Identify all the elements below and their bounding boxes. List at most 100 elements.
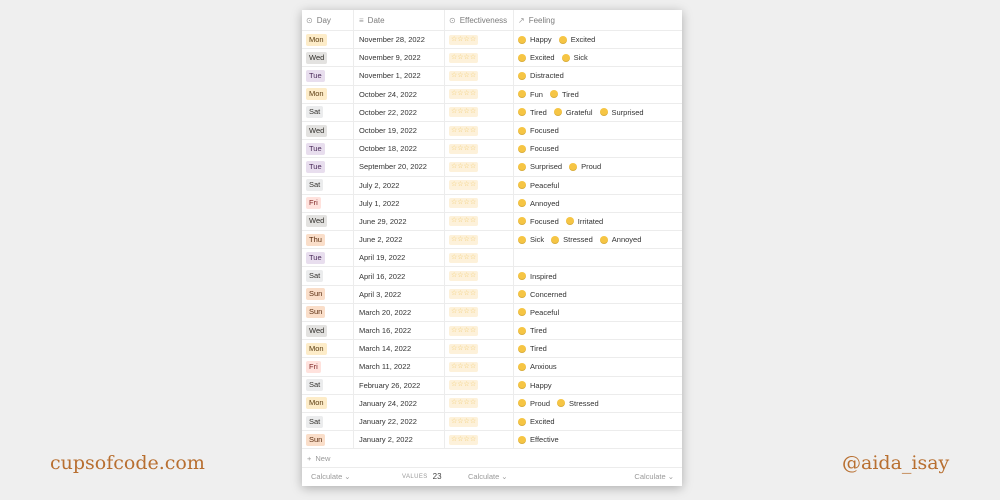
cell-effectiveness[interactable]: ☆☆☆☆ — [445, 31, 514, 49]
calculate-feeling[interactable]: Calculate ⌄ — [634, 472, 674, 481]
feeling-link[interactable]: Happy — [518, 381, 552, 390]
table-row[interactable]: Sun January 2, 2022 ☆☆☆☆ Effective — [302, 431, 682, 450]
calculate-effectiveness[interactable]: Calculate ⌄ — [468, 472, 508, 481]
cell-feeling[interactable]: Tired — [514, 322, 682, 339]
cell-feeling[interactable]: Excited Sick — [514, 49, 682, 66]
feeling-link[interactable]: Excited — [518, 53, 555, 62]
feeling-link[interactable]: Tired — [518, 108, 547, 117]
cell-date[interactable]: October 19, 2022 — [354, 121, 445, 140]
cell-effectiveness[interactable]: ☆☆☆☆ — [445, 67, 514, 85]
table-row[interactable]: Sun March 20, 2022 ☆☆☆☆ Peaceful — [302, 303, 682, 322]
cell-day[interactable]: Mon — [302, 394, 354, 412]
cell-day[interactable]: Tue — [302, 67, 354, 85]
header-date[interactable]: ≡ Date — [354, 10, 445, 30]
cell-date[interactable]: March 11, 2022 — [354, 358, 445, 376]
feeling-link[interactable]: Tired — [518, 344, 547, 353]
cell-feeling[interactable]: Anxious — [514, 358, 682, 375]
cell-feeling[interactable]: Tired — [514, 340, 682, 357]
cell-date[interactable]: April 3, 2022 — [354, 285, 445, 303]
table-row[interactable]: Tue October 18, 2022 ☆☆☆☆ Focused — [302, 140, 682, 159]
table-row[interactable]: Sat January 22, 2022 ☆☆☆☆ Excited — [302, 412, 682, 432]
table-row[interactable]: Sat October 22, 2022 ☆☆☆☆ Tired Grateful Surp… — [302, 103, 682, 122]
feeling-link[interactable]: Annoyed — [599, 235, 641, 244]
table-row[interactable]: Tue September 20, 2022 ☆☆☆☆ Surprised Proud — [302, 158, 682, 177]
table-row[interactable]: Wed November 9, 2022 ☆☆☆☆ Excited Sick — [302, 49, 682, 68]
cell-feeling[interactable]: Proud Stressed — [514, 395, 682, 412]
cell-date[interactable]: February 26, 2022 — [354, 376, 445, 394]
cell-feeling[interactable]: Happy — [514, 377, 682, 394]
feeling-link[interactable]: Anxious — [518, 362, 557, 371]
table-row[interactable]: Tue November 1, 2022 ☆☆☆☆ Distracted — [302, 67, 682, 86]
cell-effectiveness[interactable]: ☆☆☆☆ — [445, 140, 514, 158]
cell-feeling[interactable]: Peaceful — [514, 304, 682, 321]
cell-feeling[interactable]: Focused — [514, 122, 682, 139]
cell-feeling[interactable]: Annoyed — [514, 195, 682, 212]
cell-date[interactable]: January 2, 2022 — [354, 431, 445, 449]
cell-date[interactable]: June 2, 2022 — [354, 231, 445, 249]
cell-day[interactable]: Mon — [302, 340, 354, 358]
cell-day[interactable]: Fri — [302, 358, 354, 376]
cell-feeling[interactable]: Peaceful — [514, 177, 682, 194]
feeling-link[interactable]: Inspired — [518, 272, 557, 281]
table-row[interactable]: Tue April 19, 2022 ☆☆☆☆ — [302, 249, 682, 268]
cell-effectiveness[interactable]: ☆☆☆☆ — [445, 194, 514, 212]
cell-feeling[interactable]: Sick Stressed Annoyed — [514, 231, 682, 248]
feeling-link[interactable]: Concerned — [518, 290, 567, 299]
header-day[interactable]: ⊙ Day — [302, 10, 354, 30]
table-row[interactable]: Thu June 2, 2022 ☆☆☆☆ Sick Stressed Annoyed — [302, 231, 682, 250]
cell-effectiveness[interactable]: ☆☆☆☆ — [445, 394, 514, 412]
cell-date[interactable]: January 22, 2022 — [354, 412, 445, 431]
cell-effectiveness[interactable]: ☆☆☆☆ — [445, 49, 514, 67]
cell-feeling[interactable]: Fun Tired — [514, 86, 682, 103]
calculate-day[interactable]: Calculate ⌄ — [311, 472, 351, 481]
cell-day[interactable]: Tue — [302, 140, 354, 158]
table-row[interactable]: Wed June 29, 2022 ☆☆☆☆ Focused Irritated — [302, 212, 682, 232]
cell-date[interactable]: April 19, 2022 — [354, 249, 445, 267]
table-row[interactable]: Fri July 1, 2022 ☆☆☆☆ Annoyed — [302, 194, 682, 213]
feeling-link[interactable]: Proud — [569, 162, 601, 171]
feeling-link[interactable]: Surprised — [599, 108, 644, 117]
cell-date[interactable]: November 1, 2022 — [354, 67, 445, 85]
table-row[interactable]: Mon October 24, 2022 ☆☆☆☆ Fun Tired — [302, 85, 682, 104]
cell-date[interactable]: October 22, 2022 — [354, 103, 445, 121]
cell-day[interactable]: Wed — [302, 49, 354, 67]
cell-date[interactable]: April 16, 2022 — [354, 267, 445, 285]
cell-effectiveness[interactable]: ☆☆☆☆ — [445, 412, 514, 431]
table-row[interactable]: Wed October 19, 2022 ☆☆☆☆ Focused — [302, 121, 682, 141]
cell-effectiveness[interactable]: ☆☆☆☆ — [445, 121, 514, 140]
table-row[interactable]: Sun April 3, 2022 ☆☆☆☆ Concerned — [302, 285, 682, 304]
cell-effectiveness[interactable]: ☆☆☆☆ — [445, 176, 514, 194]
cell-effectiveness[interactable]: ☆☆☆☆ — [445, 85, 514, 103]
feeling-link[interactable]: Effective — [518, 435, 559, 444]
cell-day[interactable]: Sat — [302, 267, 354, 285]
table-row[interactable]: Wed March 16, 2022 ☆☆☆☆ Tired — [302, 322, 682, 341]
cell-day[interactable]: Sat — [302, 103, 354, 121]
feeling-link[interactable]: Focused — [518, 144, 559, 153]
cell-feeling[interactable]: Excited — [514, 413, 682, 430]
feeling-link[interactable]: Excited — [518, 417, 555, 426]
feeling-link[interactable]: Irritated — [565, 217, 603, 226]
cell-day[interactable]: Fri — [302, 194, 354, 212]
cell-day[interactable]: Sun — [302, 285, 354, 303]
cell-effectiveness[interactable]: ☆☆☆☆ — [445, 303, 514, 321]
feeling-link[interactable]: Stressed — [557, 399, 599, 408]
cell-date[interactable]: June 29, 2022 — [354, 212, 445, 231]
cell-feeling[interactable]: Inspired — [514, 267, 682, 284]
table-row[interactable]: Mon March 14, 2022 ☆☆☆☆ Tired — [302, 340, 682, 359]
table-row[interactable]: Mon January 24, 2022 ☆☆☆☆ Proud Stressed — [302, 394, 682, 413]
cell-day[interactable]: Mon — [302, 85, 354, 103]
table-row[interactable]: Fri March 11, 2022 ☆☆☆☆ Anxious — [302, 358, 682, 377]
cell-feeling[interactable]: Tired Grateful Surprised — [514, 104, 682, 121]
feeling-link[interactable]: Happy — [518, 35, 552, 44]
feeling-link[interactable]: Sick — [518, 235, 544, 244]
cell-feeling[interactable]: Focused Irritated — [514, 213, 682, 230]
cell-date[interactable]: March 20, 2022 — [354, 303, 445, 321]
cell-day[interactable]: Sat — [302, 176, 354, 194]
cell-feeling[interactable]: Happy Excited — [514, 31, 682, 48]
table-row[interactable]: Sat July 2, 2022 ☆☆☆☆ Peaceful — [302, 176, 682, 195]
feeling-link[interactable]: Stressed — [551, 235, 593, 244]
cell-effectiveness[interactable]: ☆☆☆☆ — [445, 431, 514, 449]
feeling-link[interactable]: Surprised — [518, 162, 562, 171]
header-feeling[interactable]: ↗ Feeling — [514, 10, 682, 30]
cell-date[interactable]: November 9, 2022 — [354, 49, 445, 67]
